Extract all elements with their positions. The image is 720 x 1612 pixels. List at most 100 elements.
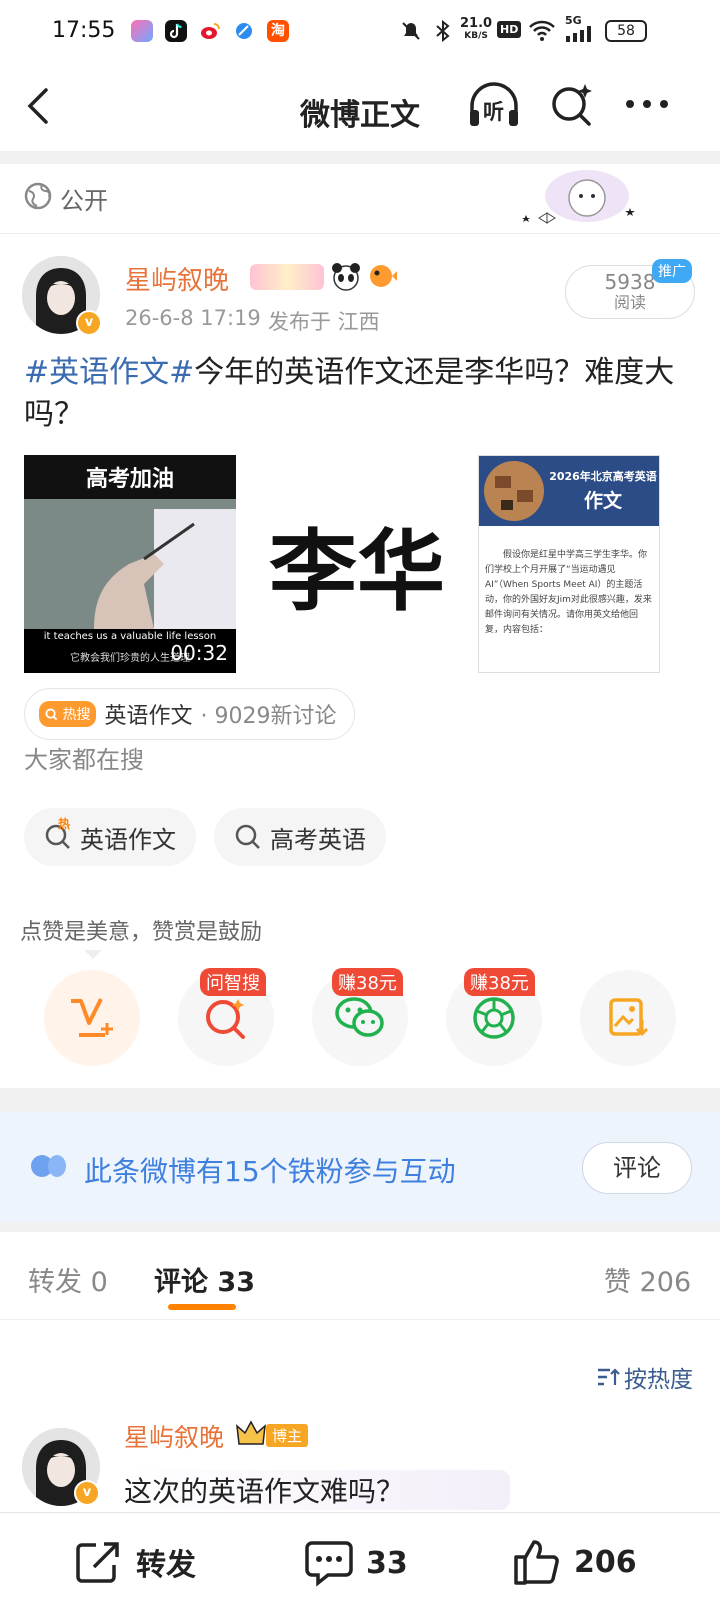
tab-repost-label: 转发 <box>28 1267 82 1298</box>
comment-icon <box>305 1541 353 1587</box>
search-heading: 大家都在搜 <box>24 746 144 774</box>
net-speed: 21.0 <box>460 16 493 31</box>
listen-label: 听 <box>483 100 504 124</box>
author-name[interactable]: 星屿叙晚 <box>125 260 229 297</box>
hot-mark: 热 <box>58 817 71 831</box>
reward-v-icon <box>71 998 113 1037</box>
divider <box>0 1088 720 1112</box>
comment-button[interactable]: 33 <box>304 1539 408 1587</box>
post-location: 发布于 江西 <box>268 310 380 334</box>
listen-button[interactable]: 听 <box>466 80 522 130</box>
tab-likes[interactable]: 赞 206 <box>604 1260 691 1299</box>
fans-icon <box>31 1155 66 1177</box>
tab-comment-count: 33 <box>217 1267 255 1298</box>
more-icon[interactable] <box>624 98 670 110</box>
post-text: #英语作文#今年的英语作文还是李华吗？难度大吗？ <box>24 352 704 436</box>
ai-search-icon <box>206 999 245 1039</box>
tiktok-icon <box>165 20 187 42</box>
hot-topic-name: 英语作文 <box>104 704 193 729</box>
repost-button[interactable]: 转发 <box>74 1539 196 1585</box>
sort-label: 按热度 <box>624 1367 693 1393</box>
page-title: 微博正文 <box>300 98 420 133</box>
wifi-icon <box>529 20 555 41</box>
reward-button[interactable] <box>44 970 140 1066</box>
engagement-tabs: 转发 0 评论 33 赞 206 <box>0 1232 720 1320</box>
hot-search-badge: 热搜 <box>39 701 97 727</box>
search-chip-gaokao-english[interactable]: 高考英语 <box>214 808 386 866</box>
wechat-icon <box>335 997 384 1037</box>
search-icon <box>235 824 260 849</box>
save-image-icon <box>609 998 649 1037</box>
search-chip-english-essay[interactable]: 热 英语作文 <box>24 808 196 866</box>
battery-icon: 58 <box>605 20 647 42</box>
ai-search-icon[interactable] <box>549 82 595 128</box>
divider <box>0 152 720 164</box>
browser-icon <box>233 20 255 42</box>
search-chip-label: 英语作文 <box>80 825 176 854</box>
visibility-row: 公开 <box>0 164 720 234</box>
net-unit: KB/S <box>464 31 488 41</box>
save-image-button[interactable] <box>580 970 676 1066</box>
vip-badge-icon <box>250 264 324 290</box>
video-caption: 高考加油 <box>24 455 236 499</box>
author-role-badge: 博主 <box>266 1424 309 1447</box>
post-topic-link[interactable]: #英语作文# <box>24 355 194 390</box>
moments-reward-badge: 赚38元 <box>464 968 535 996</box>
tab-repost-count: 0 <box>90 1267 108 1298</box>
hot-topic-pill[interactable]: 热搜 英语作文 · 9029新讨论 <box>24 688 356 740</box>
comment-count: 33 <box>366 1545 408 1581</box>
fans-text: 此条微博有15个铁粉参与互动 <box>84 1155 456 1188</box>
status-time: 17:55 <box>52 18 116 43</box>
sort-by-hot-button[interactable]: 按热度 <box>596 1360 693 1394</box>
tab-comments[interactable]: 评论 33 <box>154 1260 255 1299</box>
weibo-icon <box>199 20 221 42</box>
document-image[interactable]: 2026年北京高考英语 作文 假设你是红星中学高三学生李华。你们学校上个月开展了… <box>478 455 660 673</box>
hd-icon: HD <box>497 21 522 38</box>
commenter-name[interactable]: 星屿叙晚 <box>124 1418 224 1454</box>
hot-topic-count: · 9029新讨论 <box>200 704 337 729</box>
panda-icon <box>332 263 360 291</box>
search-icon <box>45 708 58 721</box>
decoration-sticker-icon <box>522 170 635 224</box>
sports-ai-image <box>484 461 544 521</box>
tab-like-count: 206 <box>639 1267 692 1298</box>
reward-prompt: 点赞是美意，赞赏是鼓励 <box>20 920 263 945</box>
doc-subtitle: 作文 <box>583 490 622 512</box>
doc-body: 假设你是红星中学高三学生李华。你们学校上个月开展了“当运动遇见AI”（When … <box>485 550 652 635</box>
tab-repost[interactable]: 转发 0 <box>28 1260 108 1299</box>
tab-like-label: 赞 <box>604 1267 631 1298</box>
like-count: 206 <box>574 1544 637 1580</box>
repost-label: 转发 <box>136 1548 196 1583</box>
pufferfish-icon <box>370 265 397 287</box>
divider <box>0 1222 720 1232</box>
signal-icon <box>566 26 591 42</box>
mute-icon <box>402 22 420 40</box>
navigation-bar: 微博正文 听 <box>0 62 720 152</box>
doc-title: 2026年北京高考英语 <box>549 470 657 483</box>
sort-icon <box>598 1368 620 1386</box>
ai-search-badge: 问智搜 <box>200 968 266 996</box>
hot-badge-label: 热搜 <box>62 707 91 723</box>
image-lihua[interactable]: 李华 <box>244 455 470 673</box>
thumbs-up-icon <box>514 1540 559 1585</box>
video-thumbnail[interactable]: 高考加油 it teaches us a valuable life lesso… <box>24 455 236 673</box>
moments-icon <box>473 997 515 1039</box>
search-chip-label: 高考英语 <box>270 825 366 854</box>
prompt-pointer <box>84 950 102 959</box>
post-time: 26-6-8 17:19 <box>125 306 261 330</box>
taobao-icon: 淘 <box>267 20 289 42</box>
fans-banner: 此条微博有15个铁粉参与互动 评论 <box>0 1112 720 1222</box>
crown-icon <box>236 1420 266 1445</box>
comment-list: 按热度 v 星屿叙晚 博主 这次的英语作文难吗？ <box>0 1320 720 1510</box>
tab-comment-label: 评论 <box>154 1267 208 1298</box>
wechat-reward-badge: 赚38元 <box>332 968 403 996</box>
verified-badge-icon: v <box>76 310 102 336</box>
hand-writing-image <box>24 499 236 629</box>
globe-icon <box>24 182 52 210</box>
like-button[interactable]: 206 <box>512 1537 637 1587</box>
active-tab-indicator <box>168 1304 236 1310</box>
fans-comment-button[interactable]: 评论 <box>582 1142 692 1194</box>
read-label: 阅读 <box>613 293 646 312</box>
share-icon <box>76 1542 119 1583</box>
app-notification-icon <box>131 20 153 42</box>
